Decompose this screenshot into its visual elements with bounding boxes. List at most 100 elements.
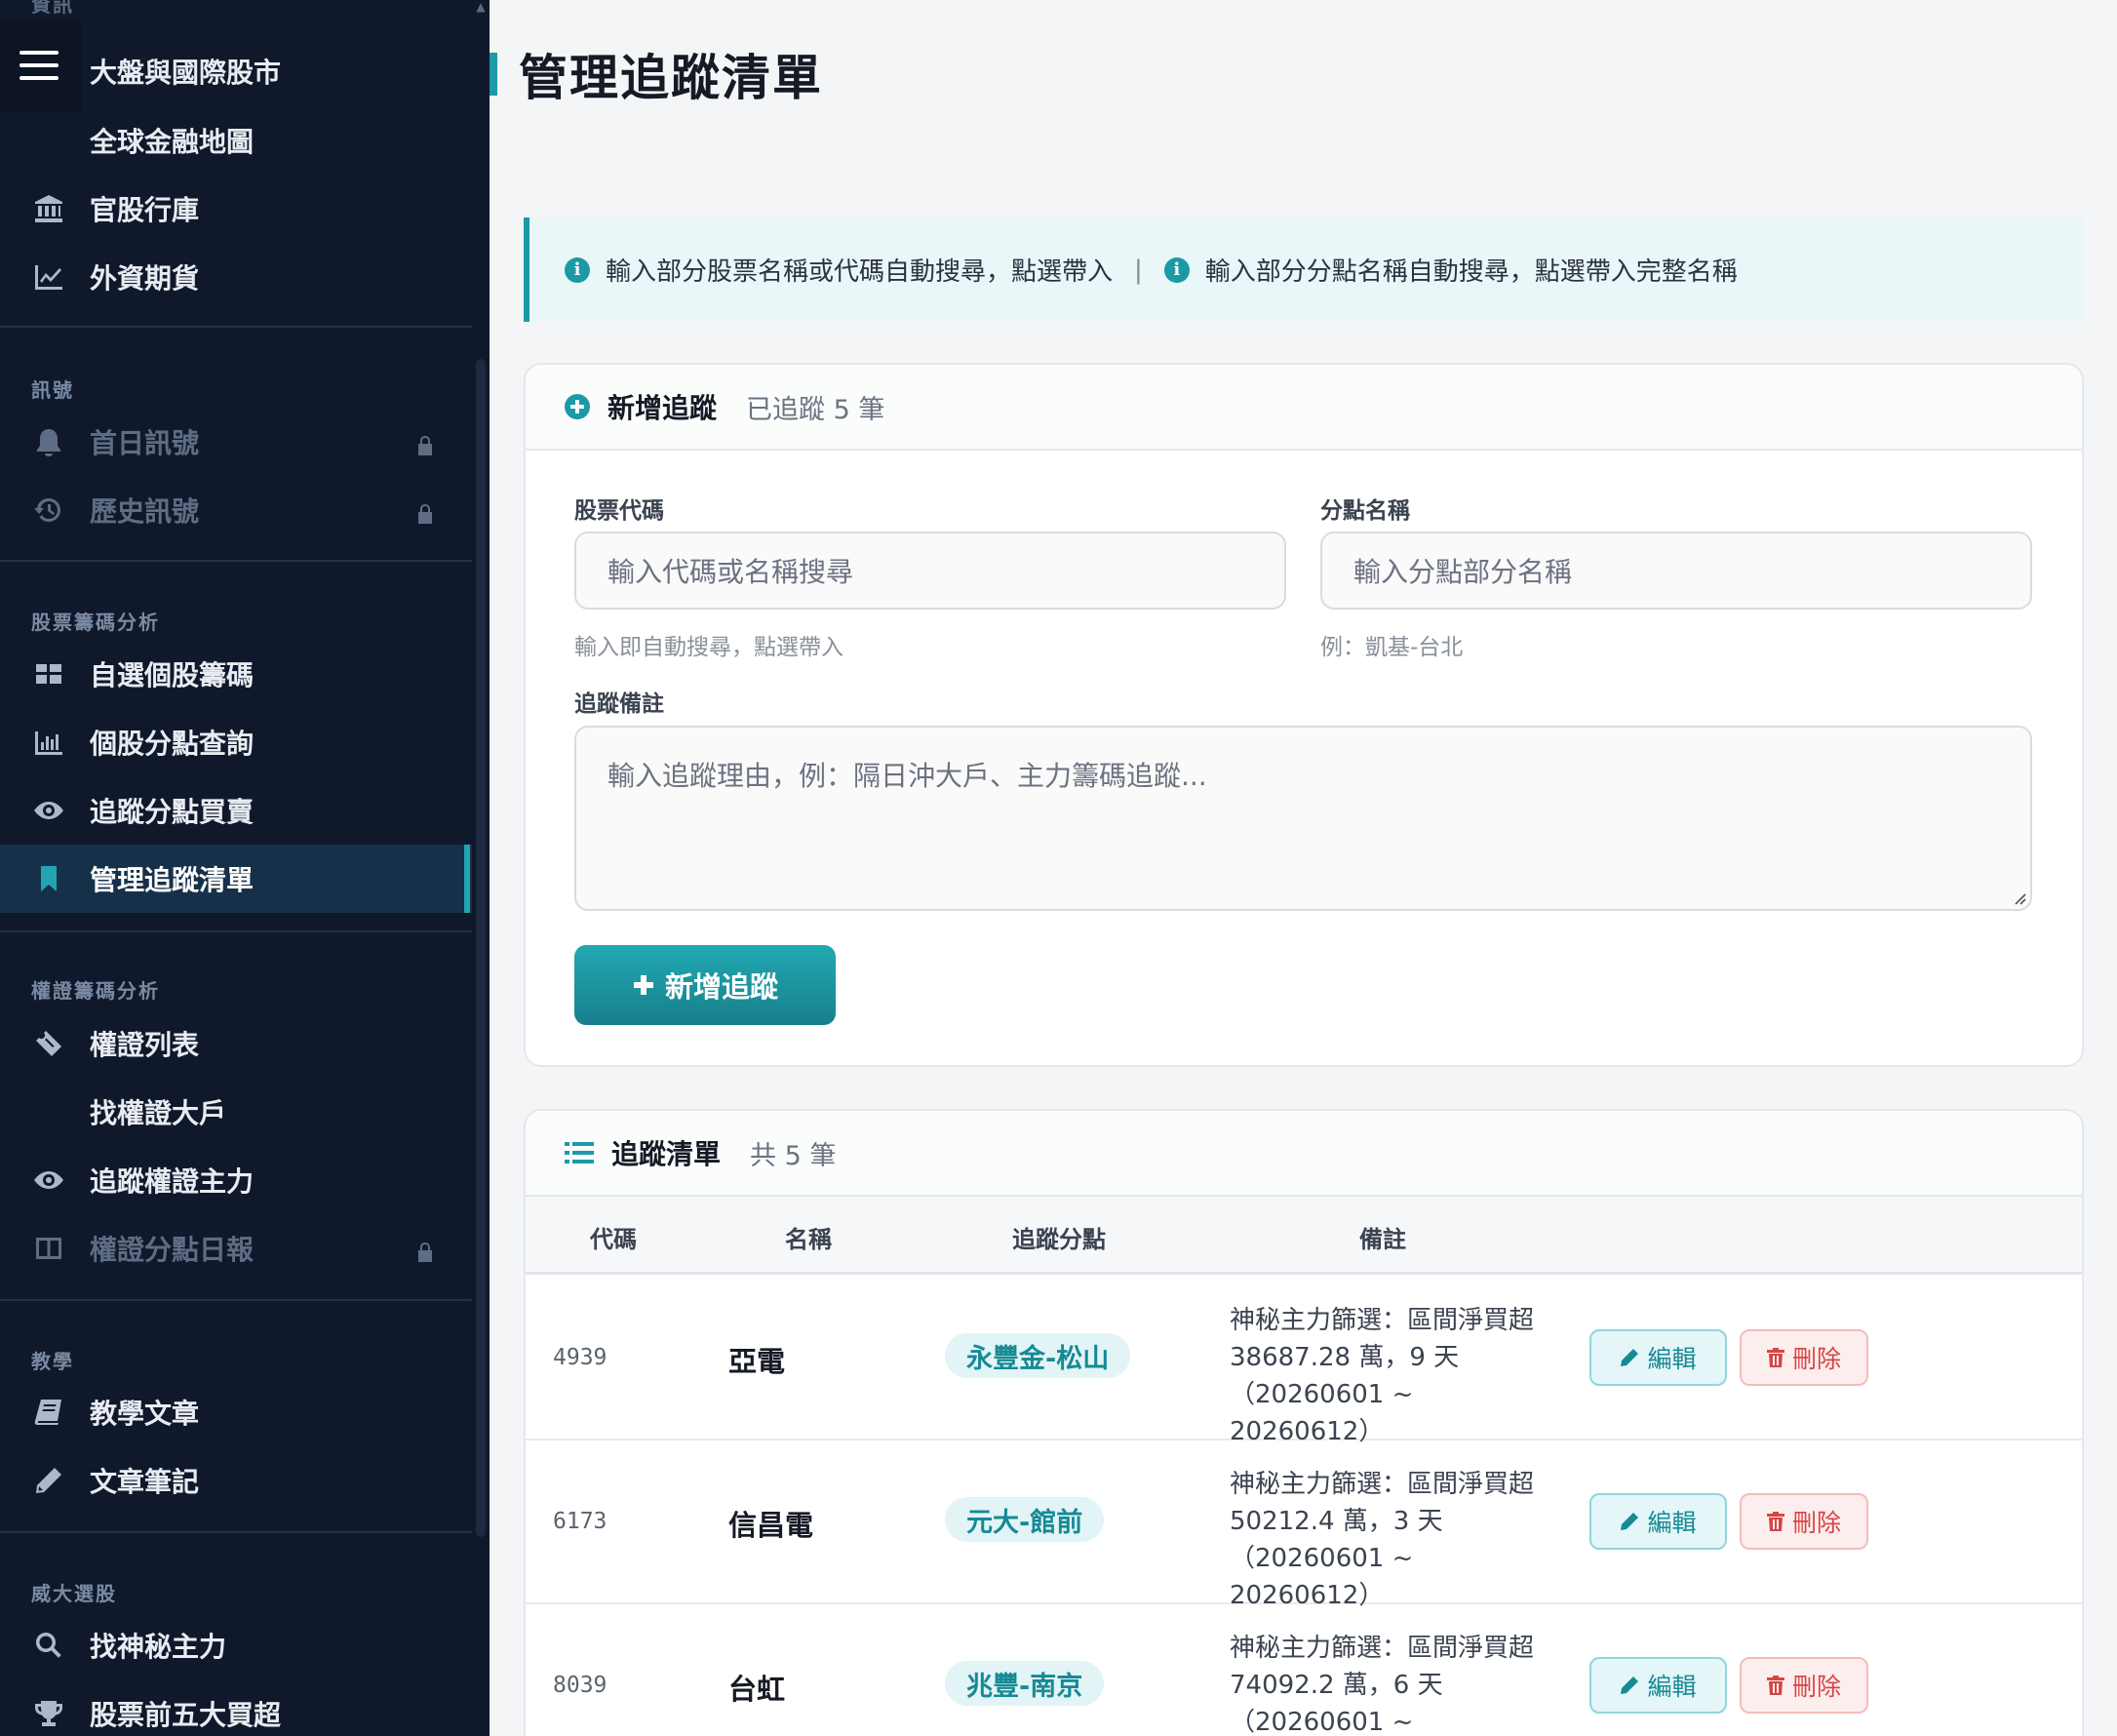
sidebar-item-first-day-signal[interactable]: 首日訊號 <box>0 408 472 476</box>
sidebar-item-label: 教學文章 <box>90 1398 200 1430</box>
stock-code-input[interactable]: 輸入代碼或名稱搜尋 <box>574 532 1286 610</box>
sidebar-item-label: 全球金融地圖 <box>90 126 255 158</box>
sidebar-item-notes[interactable]: 文章筆記 <box>0 1446 472 1515</box>
bar-chart-icon <box>0 727 90 758</box>
note-cell: 神秘主力篩選：區間淨買超 50212.4 萬，3 天 （20260601 ~ 2… <box>1230 1466 1561 1614</box>
stock-code: 6173 <box>553 1509 608 1534</box>
sidebar-item-top5-buy[interactable]: 股票前五大買超 <box>0 1679 472 1736</box>
pencil-icon <box>1621 1513 1639 1530</box>
lock-icon <box>417 430 433 462</box>
note-line: （20260601 ~ 20260612） <box>1230 1544 1414 1610</box>
stock-name: 信昌電 <box>728 1509 814 1542</box>
plus-circle-icon <box>565 394 590 419</box>
eye-icon <box>0 795 90 826</box>
sidebar-item-warrant-daily[interactable]: 權證分點日報 <box>0 1214 472 1282</box>
sidebar-item-label: 文章筆記 <box>90 1466 200 1498</box>
sidebar-item-label: 權證列表 <box>90 1029 200 1061</box>
note-line: 神秘主力篩選：區間淨買超 <box>1230 1634 1535 1663</box>
sidebar-item-label: 官股行庫 <box>90 194 200 226</box>
sidebar-item-warrant-list[interactable]: 權證列表 <box>0 1009 472 1078</box>
add-button-label: 新增追蹤 <box>664 970 778 1004</box>
delete-label: 刪除 <box>1791 1673 1841 1701</box>
menu-toggle-button[interactable] <box>0 20 82 111</box>
trophy-icon <box>0 1698 90 1729</box>
edit-button[interactable]: 編輯 <box>1589 1329 1727 1386</box>
sidebar: 資訊 大盤與國際股市 全球金融地圖 官股行庫 外資期貨 訊號 首日訊號 歷史訊號… <box>0 0 490 1736</box>
sidebar-item-find-mystery-main[interactable]: 找神秘主力 <box>0 1611 472 1679</box>
sidebar-divider <box>0 930 472 932</box>
trash-icon <box>1766 1676 1784 1695</box>
sidebar-item-label: 外資期貨 <box>90 262 200 295</box>
sidebar-item-track-warrant[interactable]: 追蹤權證主力 <box>0 1146 472 1214</box>
bell-icon <box>0 426 90 457</box>
sidebar-item-branch-query[interactable]: 個股分點查詢 <box>0 708 472 776</box>
note-line: （20260601 ~ 20260612） <box>1230 1380 1414 1446</box>
sidebar-section-title: 威大選股 <box>31 1582 117 1605</box>
note-line: 74092.2 萬，6 天 <box>1230 1671 1443 1700</box>
trash-icon <box>1766 1512 1784 1531</box>
column-header-name: 名稱 <box>785 1226 832 1253</box>
delete-label: 刪除 <box>1791 1345 1841 1373</box>
stock-code-label: 股票代碼 <box>574 498 664 524</box>
delete-button[interactable]: 刪除 <box>1740 1329 1868 1386</box>
info-tip-branch: 輸入部分分點名稱自動搜尋，點選帶入完整名稱 <box>1204 257 1738 287</box>
lock-icon <box>417 498 433 531</box>
sidebar-item-find-warrant-holders[interactable]: 找權證大戶 <box>0 1078 472 1146</box>
sidebar-item-track-branch[interactable]: 追蹤分點買賣 <box>0 776 472 845</box>
sidebar-item-label: 首日訊號 <box>90 427 200 459</box>
note-placeholder: 輸入追蹤理由，例：隔日沖大戶、主力籌碼追蹤... <box>608 760 1207 792</box>
sidebar-item-my-stocks[interactable]: 自選個股籌碼 <box>0 640 472 708</box>
sidebar-section-cut: 資訊 <box>31 0 74 17</box>
sidebar-item-label: 權證分點日報 <box>90 1234 255 1266</box>
sidebar-section-title: 教學 <box>31 1350 74 1373</box>
sidebar-divider <box>0 1299 472 1301</box>
sidebar-item-label: 追蹤權證主力 <box>90 1165 255 1198</box>
info-tip-stock: 輸入部分股票名稱或代碼自動搜尋，點選帶入 <box>606 257 1114 287</box>
bank-icon <box>0 193 90 224</box>
line-chart-icon <box>0 261 90 293</box>
edit-button[interactable]: 編輯 <box>1589 1657 1727 1714</box>
sidebar-scrollbar-thumb[interactable] <box>476 359 486 1537</box>
history-icon <box>0 494 90 526</box>
sidebar-item-label: 找神秘主力 <box>90 1631 227 1663</box>
search-icon <box>0 1630 90 1661</box>
sidebar-item-global-map[interactable]: 全球金融地圖 <box>0 106 472 175</box>
columns-icon <box>0 1233 90 1264</box>
sidebar-item-label: 大盤與國際股市 <box>90 57 282 89</box>
grid-icon <box>0 658 90 690</box>
info-icon: i <box>565 256 590 283</box>
note-textarea[interactable]: 輸入追蹤理由，例：隔日沖大戶、主力籌碼追蹤... <box>574 726 2032 911</box>
sidebar-item-label: 找權證大戶 <box>90 1097 227 1129</box>
add-tracking-button[interactable]: 新增追蹤 <box>574 945 836 1025</box>
delete-label: 刪除 <box>1791 1509 1841 1537</box>
resize-handle-icon[interactable] <box>2013 891 2026 905</box>
stock-code: 4939 <box>553 1345 608 1370</box>
delete-button[interactable]: 刪除 <box>1740 1493 1868 1550</box>
delete-button[interactable]: 刪除 <box>1740 1657 1868 1714</box>
pencil-icon <box>0 1465 90 1496</box>
sidebar-item-foreign-futures[interactable]: 外資期貨 <box>0 243 472 311</box>
watchlist-card: 追蹤清單 共 5 筆 代碼 名稱 追蹤分點 備註 4939 亞電 永豐金-松山 … <box>524 1109 2084 1736</box>
scroll-up-arrow-icon[interactable]: ▲ <box>474 0 488 14</box>
tracked-count: 已追蹤 5 筆 <box>746 394 885 425</box>
book-icon <box>0 1397 90 1428</box>
sidebar-item-gov-banks[interactable]: 官股行庫 <box>0 175 472 243</box>
bookmark-icon <box>0 863 90 894</box>
card-title: 新增追蹤 <box>608 392 718 424</box>
table-row: 8039 台虹 兆豐-南京 神秘主力篩選：區間淨買超 74092.2 萬，6 天… <box>526 1604 2082 1736</box>
card-header: 追蹤清單 共 5 筆 <box>526 1111 2082 1197</box>
table-row: 6173 信昌電 元大-館前 神秘主力篩選：區間淨買超 50212.4 萬，3 … <box>526 1440 2082 1610</box>
info-icon: i <box>1163 256 1190 283</box>
branch-name-input[interactable]: 輸入分點部分名稱 <box>1320 532 2032 610</box>
sidebar-item-articles[interactable]: 教學文章 <box>0 1378 472 1446</box>
edit-button[interactable]: 編輯 <box>1589 1493 1727 1550</box>
list-count: 共 5 筆 <box>750 1140 837 1171</box>
sidebar-item-history-signal[interactable]: 歷史訊號 <box>0 476 472 544</box>
sidebar-item-label: 自選個股籌碼 <box>90 659 255 691</box>
stock-code-hint: 輸入即自動搜尋，點選帶入 <box>574 635 843 660</box>
stock-code: 8039 <box>553 1673 608 1698</box>
sidebar-item-manage-watchlist[interactable]: 管理追蹤清單 <box>0 845 472 913</box>
pencil-icon <box>1621 1677 1639 1694</box>
note-cell: 神秘主力篩選：區間淨買超 38687.28 萬，9 天 （20260601 ~ … <box>1230 1302 1561 1450</box>
pencil-icon <box>1621 1349 1639 1366</box>
